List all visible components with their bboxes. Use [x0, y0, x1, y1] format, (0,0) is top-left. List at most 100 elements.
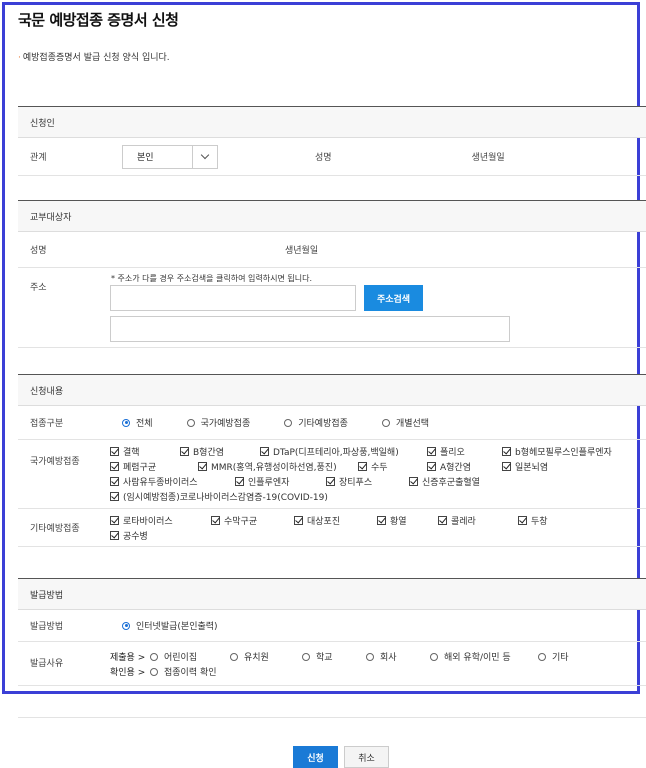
checkbox-label: b형헤모필루스인플루엔자	[515, 448, 612, 458]
checkbox-label: 로타바이러스	[123, 517, 173, 527]
radio-icon	[430, 652, 438, 661]
address-input[interactable]	[110, 285, 356, 311]
checkbox-checked-icon	[110, 462, 119, 471]
address-row: 주소 * 주소가 다를 경우 주소검색을 클릭하여 입력하시면 됩니다. 주소검…	[18, 268, 646, 348]
checkbox-label: 사람유두종바이러스	[123, 478, 198, 488]
checkbox-checked-icon	[409, 477, 418, 486]
vaccine-checkbox[interactable]: 일본뇌염	[502, 460, 548, 473]
checkbox-label: 결핵	[123, 448, 140, 458]
radio-icon	[186, 418, 195, 427]
checkbox-label: 황열	[390, 517, 407, 527]
reason-radio[interactable]: 어린이집	[150, 650, 197, 663]
section-title: 교부대상자	[18, 200, 646, 232]
reason-radio[interactable]: 회사	[366, 650, 397, 663]
extra-row	[18, 686, 646, 718]
applicant-section: 신청인 관계 본인 성명 생년월일	[18, 106, 646, 176]
vaccine-checkbox[interactable]: 로타바이러스	[110, 514, 173, 527]
method-radio-internet[interactable]: 인터넷발급(본인출력)	[122, 619, 218, 632]
vaccine-checkbox[interactable]: 수막구균	[211, 514, 257, 527]
vaccine-checkbox[interactable]: DTaP(디프테리아,파상풍,백일해)	[260, 445, 399, 458]
vaccine-checkbox[interactable]: 폴리오	[427, 445, 465, 458]
applicant-birth-label: 생년월일	[471, 153, 505, 163]
relation-label: 관계	[30, 153, 47, 163]
type-radio-all[interactable]: 전체	[122, 416, 153, 429]
vaccine-checkbox[interactable]: 황열	[377, 514, 407, 527]
reason-radio[interactable]: 접종이력 확인	[150, 665, 217, 678]
checkbox-checked-icon	[110, 492, 119, 501]
checkbox-label: 공수병	[123, 532, 148, 542]
vaccine-checkbox[interactable]: 콜레라	[438, 514, 476, 527]
vaccine-checkbox[interactable]: 사람유두종바이러스	[110, 475, 198, 488]
checkbox-checked-icon	[358, 462, 367, 471]
radio-label: 회사	[380, 653, 397, 663]
applicant-row: 관계 본인 성명 생년월일	[18, 138, 646, 176]
vaccine-checkbox[interactable]: 인플루엔자	[235, 475, 289, 488]
vaccine-checkbox[interactable]: MMR(홍역,유행성이하선염,풍진)	[198, 460, 337, 473]
recipient-name-label: 성명	[30, 246, 47, 256]
vaccine-checkbox[interactable]: 신증후군출혈열	[409, 475, 480, 488]
checkbox-checked-icon	[110, 477, 119, 486]
radio-selected-icon	[122, 418, 130, 427]
vaccine-checkbox[interactable]: 수두	[358, 460, 388, 473]
reason-radio[interactable]: 기타	[538, 650, 569, 663]
checkbox-checked-icon	[518, 516, 527, 525]
checkbox-checked-icon	[260, 447, 269, 456]
vaccine-checkbox[interactable]: 대상포진	[294, 514, 340, 527]
national-label: 국가예방접종	[30, 457, 80, 467]
type-row: 접종구분 전체 국가예방접종 기타예방접종 개별선택	[18, 406, 646, 440]
apply-button[interactable]: 신청	[293, 746, 338, 768]
vaccine-checkbox[interactable]: (임시예방접종)코로나바이러스감염증-19(COVID-19)	[110, 490, 328, 503]
chevron-down-icon	[192, 145, 217, 168]
vaccine-checkbox[interactable]: 공수병	[110, 529, 148, 542]
vaccine-checkbox[interactable]: 결핵	[110, 445, 140, 458]
radio-icon	[230, 652, 238, 661]
vaccine-checkbox[interactable]: 폐렴구균	[110, 460, 156, 473]
checkbox-label: A형간염	[440, 463, 471, 473]
checkbox-label: (임시예방접종)코로나바이러스감염증-19(COVID-19)	[123, 493, 328, 503]
method-label: 발급방법	[30, 622, 64, 632]
check-prefix: 확인용 >	[110, 668, 146, 678]
radio-label: 접종이력 확인	[164, 668, 217, 678]
vaccine-checkbox[interactable]: B형간염	[180, 445, 224, 458]
checkbox-label: DTaP(디프테리아,파상풍,백일해)	[273, 448, 399, 458]
radio-icon	[366, 652, 374, 661]
type-radio-other[interactable]: 기타예방접종	[284, 416, 348, 429]
checkbox-label: 인플루엔자	[248, 478, 290, 488]
radio-icon	[284, 418, 293, 427]
type-radio-national[interactable]: 국가예방접종	[186, 416, 251, 429]
recipient-name-row: 성명 생년월일	[18, 232, 646, 268]
checkbox-label: B형간염	[193, 448, 225, 458]
address-detail-input[interactable]	[110, 316, 510, 342]
method-row: 발급방법 인터넷발급(본인출력)	[18, 610, 646, 642]
vaccine-checkbox[interactable]: A형간염	[427, 460, 471, 473]
reason-radio[interactable]: 유치원	[230, 650, 269, 663]
checkbox-label: 대상포진	[307, 517, 341, 527]
checkbox-label: 폴리오	[440, 448, 465, 458]
checkbox-label: 폐렴구균	[123, 463, 157, 473]
intro-label: 예방접종증명서 발급 신청 양식 입니다.	[22, 53, 170, 63]
checkbox-label: MMR(홍역,유행성이하선염,풍진)	[211, 463, 337, 473]
checkbox-checked-icon	[427, 462, 436, 471]
relation-select[interactable]: 본인	[122, 144, 218, 169]
address-search-button[interactable]: 주소검색	[364, 285, 423, 311]
checkbox-label: 일본뇌염	[515, 463, 549, 473]
radio-icon	[302, 652, 310, 661]
checkbox-checked-icon	[110, 447, 119, 456]
reason-radio[interactable]: 학교	[302, 650, 333, 663]
vaccine-checkbox[interactable]: b형헤모필루스인플루엔자	[502, 445, 612, 458]
vaccine-checkbox[interactable]: 두창	[518, 514, 548, 527]
reason-radio[interactable]: 해외 유학/이민 등	[430, 650, 511, 663]
content-section: 신청내용 접종구분 전체 국가예방접종 기타예방접종 개별선택 국가예방접종 결…	[18, 374, 646, 547]
radio-label: 어린이집	[164, 653, 198, 663]
radio-label: 기타	[552, 653, 569, 663]
checkbox-checked-icon	[110, 531, 119, 540]
cancel-button[interactable]: 취소	[344, 746, 389, 768]
checkbox-label: 수막구균	[224, 517, 258, 527]
checkbox-checked-icon	[377, 516, 386, 525]
radio-label: 학교	[316, 653, 333, 663]
type-radio-custom[interactable]: 개별선택	[381, 416, 429, 429]
checkbox-checked-icon	[198, 462, 207, 471]
radio-label: 기타예방접종	[298, 419, 348, 429]
radio-label: 국가예방접종	[200, 419, 251, 429]
vaccine-checkbox[interactable]: 장티푸스	[326, 475, 372, 488]
